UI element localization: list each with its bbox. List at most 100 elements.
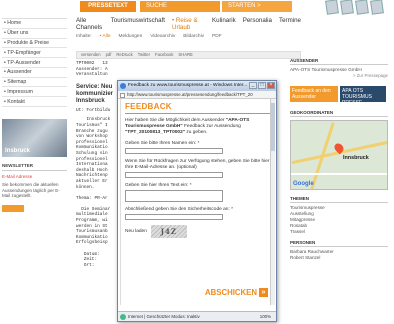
- channel-tabs: Alle Channels Tourismuswirtschaft • Reis…: [76, 17, 301, 31]
- personen-title: PERSONEN: [290, 240, 388, 247]
- themen-item[interactable]: Trassel: [290, 229, 388, 235]
- name-input[interactable]: [125, 148, 223, 154]
- toolbar-item[interactable]: pdf: [106, 52, 112, 58]
- feedback-button[interactable]: Feedback an den Aussender: [290, 86, 338, 102]
- intro-text: zu geben.: [185, 130, 208, 135]
- popup-titlebar[interactable]: Feedback zu www.tourismuspresse.at - Win…: [118, 81, 276, 91]
- zoom-level[interactable]: 100%: [260, 312, 271, 322]
- site-logo[interactable]: PRESSETEXT: [80, 1, 136, 12]
- sidebar-item[interactable]: • Produkte & Preise: [2, 39, 67, 49]
- page: PRESSETEXT SUCHE STARTEN > • Home • Über…: [0, 0, 394, 324]
- start-search-button[interactable]: STARTEN >: [222, 1, 292, 12]
- close-icon[interactable]: ×: [267, 82, 275, 89]
- location-map[interactable]: Innsbruck Google: [290, 120, 388, 190]
- maximize-icon[interactable]: □: [258, 82, 266, 89]
- newsletter-email-field[interactable]: E-Mail Adresse: [2, 174, 67, 179]
- article-toolbar: versenden pdf ReDruck Twitter Facebook S…: [76, 51, 301, 59]
- email-label: Wenn Sie für Rückfragen zur Verfügung st…: [125, 159, 270, 170]
- submit-label: ABSCHICKEN: [205, 288, 257, 297]
- map-road: [291, 173, 387, 175]
- themen-list: Tourismuspresse Ausstellung Mitagpresse …: [290, 205, 388, 235]
- browser-icon: [120, 83, 126, 89]
- sidebar-item[interactable]: • Kontakt: [2, 97, 67, 108]
- sidebar-image: Insbruck: [2, 119, 67, 158]
- personen-list: Barbara Rauchwarter Robert Stanzel: [290, 249, 388, 261]
- sidebar-item[interactable]: • TP-Aussender: [2, 58, 67, 68]
- heading-divider: [125, 113, 272, 114]
- subtab-active[interactable]: • Alle: [100, 34, 111, 39]
- tab-channel[interactable]: Alle Channels: [76, 17, 104, 31]
- content-subtabs: Inhalte: • Alle Meldungen Videoarchiv Bi…: [76, 34, 301, 39]
- subtab[interactable]: PDF: [212, 34, 222, 39]
- toolbar-item[interactable]: SHARE: [178, 52, 192, 58]
- search-box[interactable]: SUCHE: [140, 1, 220, 12]
- scrollbar-thumb[interactable]: [271, 103, 275, 151]
- sidebar-item[interactable]: • Aussender: [2, 68, 67, 78]
- subtab[interactable]: Meldungen: [119, 34, 143, 39]
- map-city-label: Innsbruck: [343, 155, 369, 161]
- document-icon[interactable]: [340, 0, 354, 15]
- security-code-input[interactable]: [125, 214, 223, 220]
- minimize-icon[interactable]: _: [249, 82, 257, 89]
- feedback-banner: Feedback an den Aussender APA OTS TOURIS…: [290, 86, 388, 106]
- security-code-label: Abschließend geben Sie den Sicherheitsco…: [125, 207, 234, 212]
- video-icon[interactable]: [355, 0, 369, 15]
- captcha-image: J4Z: [150, 225, 187, 238]
- window-buttons: _ □ ×: [249, 82, 275, 89]
- popup-statusbar: Internet | Geschützter Modus: Inaktiv 10…: [118, 311, 276, 321]
- page-icon: [120, 92, 125, 98]
- feedback-textarea[interactable]: [125, 190, 223, 202]
- left-sidebar: • Home • Über uns • Produkte & Preise • …: [2, 18, 67, 212]
- sidebar-item[interactable]: • Impressum: [2, 87, 67, 98]
- intro-text: Feedback zur Aussendung: [182, 124, 241, 129]
- right-column: AUSSENDER APA-OTS Tourismuspresse GmbH >…: [290, 58, 388, 261]
- aussender-title: AUSSENDER: [290, 58, 388, 65]
- popup-scrollbar[interactable]: [270, 99, 275, 305]
- toolbar-item[interactable]: Twitter: [138, 52, 150, 58]
- newsletter-title: NEWSLETTER: [2, 163, 67, 172]
- address-url: http://www.tourismuspresse.at/pressesend…: [127, 92, 253, 97]
- intro-release-id: "TPT_20100813_TPT0002": [125, 130, 186, 135]
- tab-channel[interactable]: Tourismuswirtschaft: [111, 17, 165, 31]
- sidebar-item[interactable]: • Sitemap: [2, 78, 67, 88]
- geo-title: GEOKOORDINATEN: [290, 110, 388, 117]
- tab-channel[interactable]: Termine: [279, 17, 301, 31]
- feedback-heading: FEEDBACK: [125, 102, 172, 111]
- sidebar-nav: • Home • Über uns • Produkte & Preise • …: [2, 18, 67, 108]
- subtab[interactable]: Bildarchiv: [183, 34, 204, 39]
- address-bar[interactable]: http://www.tourismuspresse.at/pressesend…: [118, 91, 276, 99]
- toolbar-item[interactable]: Facebook: [155, 52, 173, 58]
- feedback-intro: Hier haben Sie die Möglichkeit dem Ausse…: [125, 118, 272, 136]
- subtab-label: Inhalte:: [76, 34, 92, 39]
- email-input[interactable]: [125, 172, 223, 178]
- ots-logo: APA OTS TOURISMUS PRESSE: [340, 86, 386, 106]
- feedback-form: FEEDBACK Hier haben Sie die Möglichkeit …: [120, 99, 276, 305]
- captcha-reload-link[interactable]: Neu laden: [125, 229, 147, 234]
- photo-icon[interactable]: [370, 0, 384, 15]
- arrow-right-icon: »: [259, 288, 268, 297]
- text-label: Geben Sie hier Ihren Text ein: *: [125, 183, 192, 188]
- tab-channel[interactable]: Kulinarik: [212, 17, 236, 31]
- newsletter-text: Sie bekommen die aktuellen Aussendungen …: [2, 182, 60, 199]
- newsletter-submit-button[interactable]: [2, 204, 24, 212]
- toolbar-item[interactable]: ReDruck: [116, 52, 132, 58]
- sidebar-item[interactable]: • Über uns: [2, 29, 67, 39]
- feedback-popup-window: Feedback zu www.tourismuspresse.at - Win…: [117, 80, 277, 322]
- sidebar-item[interactable]: • TP-Empfänger: [2, 48, 67, 59]
- tab-channel-active[interactable]: • Reise & Urlaub: [172, 17, 205, 31]
- toolbar-item[interactable]: versenden: [81, 52, 101, 58]
- personen-item[interactable]: Robert Stanzel: [290, 255, 388, 261]
- intro-text: Hier haben Sie die Möglichkeit dem Ausse…: [125, 118, 226, 123]
- pressepage-link[interactable]: > Zur Pressepage: [290, 73, 388, 78]
- tab-channel[interactable]: Personalia: [243, 17, 272, 31]
- status-zone-text: Internet | Geschützter Modus: Inaktiv: [128, 314, 200, 319]
- sidebar-item[interactable]: • Home: [2, 19, 67, 29]
- subtab[interactable]: Videoarchiv: [150, 34, 175, 39]
- sidebar-image-caption: Insbruck: [5, 148, 31, 155]
- header-icons: [325, 0, 386, 30]
- submit-button[interactable]: ABSCHICKEN »: [205, 288, 268, 297]
- google-logo: Google: [293, 181, 314, 187]
- camera-icon[interactable]: [325, 0, 339, 15]
- captcha-row: Neu laden J4Z: [125, 225, 272, 238]
- article-meta-line: Veranstaltun: [76, 72, 108, 78]
